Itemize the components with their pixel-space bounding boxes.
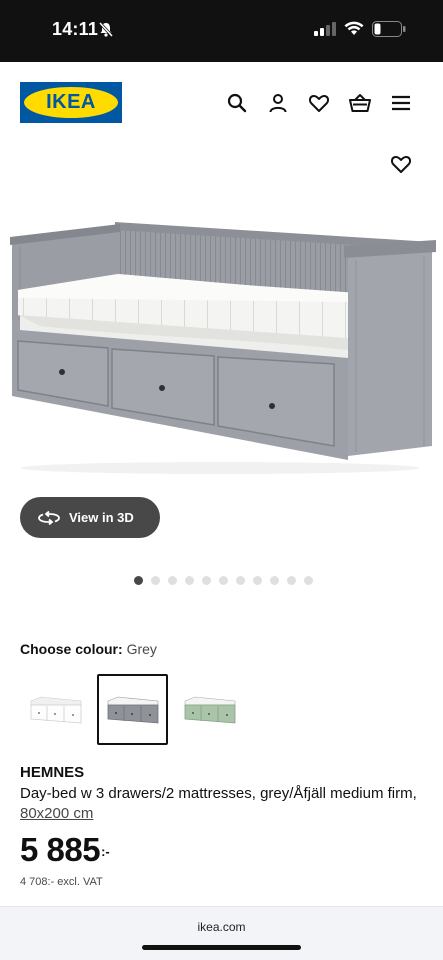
view-in-3d-button[interactable]: View in 3D [20, 497, 160, 538]
daybed-white-thumbnail [30, 696, 81, 723]
site-header: IKEA [0, 62, 443, 142]
price-suffix: :- [101, 844, 110, 859]
choose-colour-label: Choose colour: [20, 641, 123, 657]
product-name: HEMNES [20, 764, 85, 781]
browser-url-bar[interactable]: ikea.com [0, 906, 443, 960]
bell-muted-icon [98, 21, 114, 38]
daybed-green-thumbnail [184, 696, 235, 723]
basket-icon[interactable] [349, 92, 371, 114]
carousel-dot[interactable] [185, 576, 194, 585]
carousel-dot[interactable] [202, 576, 211, 585]
carousel-dot[interactable] [304, 576, 313, 585]
price-excl-vat: 4 708:- excl. VAT [20, 876, 103, 888]
colour-selection-label: Choose colour: Grey [20, 641, 157, 657]
view-in-3d-label: View in 3D [69, 510, 134, 525]
carousel-dot[interactable] [270, 576, 279, 585]
carousel-dot[interactable] [253, 576, 262, 585]
status-bar: 14:11 [0, 0, 443, 62]
wifi-icon [344, 21, 364, 35]
price-amount: 5 885 [20, 831, 101, 868]
home-indicator[interactable] [142, 945, 301, 950]
swatch-white[interactable] [20, 674, 91, 745]
search-icon[interactable] [226, 92, 248, 114]
carousel-dot[interactable] [168, 576, 177, 585]
rotate-3d-icon [38, 510, 60, 525]
swatch-green[interactable] [174, 674, 245, 745]
product-description: Day-bed w 3 drawers/2 mattresses, grey/Å… [20, 784, 420, 824]
carousel-dots [134, 576, 313, 585]
product-description-text: Day-bed w 3 drawers/2 mattresses, grey/Å… [20, 785, 417, 802]
selected-colour-value: Grey [126, 641, 157, 657]
signal-icon [314, 22, 336, 36]
carousel-dot[interactable] [287, 576, 296, 585]
product-price: 5 885 :- [20, 832, 110, 868]
daybed-grey-thumbnail [107, 696, 158, 723]
carousel-dot[interactable] [219, 576, 228, 585]
status-time: 14:11 [52, 19, 99, 39]
user-icon[interactable] [267, 92, 289, 114]
product-image[interactable] [0, 150, 443, 500]
carousel-dot[interactable] [151, 576, 160, 585]
logo-oval: IKEA [24, 87, 118, 118]
carousel-dot[interactable] [134, 576, 143, 585]
carousel-dot[interactable] [236, 576, 245, 585]
menu-icon[interactable] [390, 92, 412, 114]
size-link[interactable]: 80x200 cm [20, 805, 93, 822]
battery-icon [372, 21, 406, 37]
ikea-logo[interactable]: IKEA [20, 82, 122, 123]
heart-icon[interactable] [308, 92, 330, 114]
url-text: ikea.com [197, 920, 246, 934]
swatch-grey[interactable] [97, 674, 168, 745]
logo-text: IKEA [46, 91, 96, 113]
